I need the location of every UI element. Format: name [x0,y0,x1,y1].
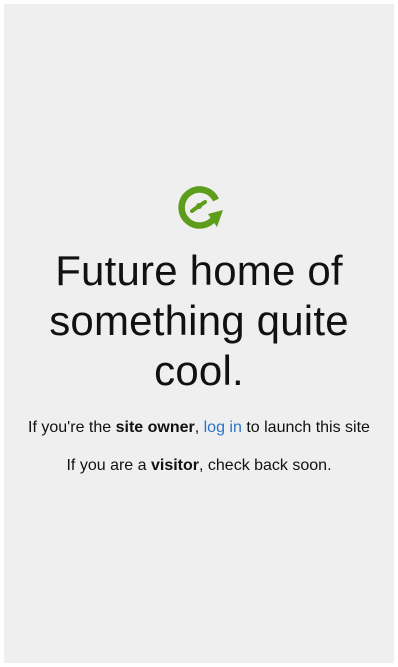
owner-message: If you're the site owner, log in to laun… [14,418,384,438]
visitor-suffix: , check back soon. [199,457,332,474]
owner-prefix: If you're the [28,419,116,436]
page-background: Future home of something quite cool. If … [4,4,394,663]
title-line-3: cool. [154,347,244,394]
title-line-1: Future home of [55,247,343,294]
owner-comma: , [194,419,204,436]
site-owner-label: site owner [115,419,195,436]
title-line-2: something quite [49,297,349,344]
visitor-prefix: If you are a [66,457,151,474]
log-in-link[interactable]: log in [204,419,242,436]
visitor-message: If you are a visitor, check back soon. [14,456,384,476]
visitor-label: visitor [150,457,199,474]
clock-refresh-icon [178,186,223,229]
page-title: Future home of something quite cool. [4,246,394,396]
owner-suffix: to launch this site [241,419,370,436]
main-content: Future home of something quite cool. If … [4,180,394,476]
